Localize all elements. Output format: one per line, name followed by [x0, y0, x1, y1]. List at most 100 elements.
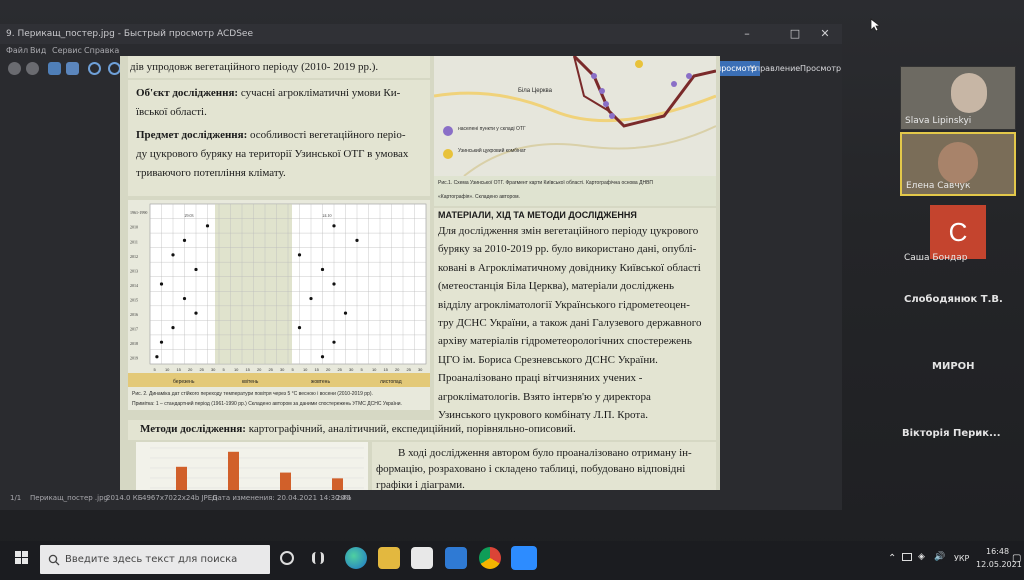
x-tick-label: 20	[257, 367, 262, 372]
data-point	[355, 238, 359, 242]
x-tick-label: 20	[395, 367, 400, 372]
x-tick-label: 10	[303, 367, 308, 372]
y-tick-label: 2019	[130, 356, 138, 361]
back-icon[interactable]	[8, 62, 21, 75]
status-dimensions: 4967x7022x24b JPEG	[142, 494, 218, 502]
month-label: листопад	[380, 379, 402, 385]
chart-caption-1: Рис. 2. Динаміка дат стійкого переходу т…	[132, 391, 373, 397]
results-panel: В ході дослідження автором було проаналі…	[372, 442, 716, 490]
x-tick-label: 10	[372, 367, 377, 372]
month-label: березень	[173, 379, 195, 385]
chrome-icon[interactable]	[479, 547, 501, 569]
participant-name-6: Вікторія Перик...	[902, 428, 1001, 439]
task-view-icon[interactable]	[280, 551, 294, 565]
y-tick-label: 2016	[130, 312, 138, 317]
notifications-icon[interactable]: ▢	[1012, 553, 1021, 564]
y-tick-label: 2015	[130, 297, 138, 302]
zoom-in-icon[interactable]	[88, 62, 101, 75]
subject-text-1: особливості вегетаційного періо-	[250, 129, 406, 141]
status-modified: Дата изменения: 20.04.2021 14:30:40	[212, 494, 351, 502]
data-point	[159, 340, 164, 344]
window-title: 9. Перикащ_постер.jpg - Быстрый просмотр…	[6, 29, 253, 39]
copy-icon[interactable]	[66, 62, 79, 75]
windows-start-icon[interactable]	[15, 551, 29, 565]
taskbar-search-input[interactable]: Введите здесь текст для поиска	[40, 545, 270, 574]
results-line: графіки і діаграми.	[376, 479, 465, 490]
methods-line: Проаналізовано праці вітчизняних учених …	[438, 372, 643, 385]
participant-tile-3[interactable]: C Саша Бондар	[900, 205, 1016, 265]
object-text: сучасні агрокліматичні умови Ки-	[240, 87, 401, 99]
viewer-titlebar[interactable]: 9. Перикащ_постер.jpg - Быстрый просмотр…	[0, 24, 842, 44]
minimize-icon[interactable]: –	[736, 26, 758, 42]
wifi-icon[interactable]: ◈	[918, 552, 925, 562]
research-methods-text: картографічний, аналітичний, експедиційн…	[248, 423, 576, 435]
clock-time[interactable]: 16:48	[986, 547, 1009, 556]
data-point	[320, 355, 325, 359]
mail-icon[interactable]	[445, 547, 467, 569]
widgets-icon[interactable]	[312, 552, 324, 564]
map-caption-1: Рис.1. Схема Узинської ОТГ. Фрагмент кар…	[438, 180, 653, 186]
methods-line: ковані в Агрокліматичному довіднику Київ…	[438, 261, 701, 274]
methods-line: Для дослідження змін вегетаційного періо…	[438, 225, 699, 237]
menu-view[interactable]: Вид	[30, 46, 46, 55]
file-explorer-icon[interactable]	[378, 547, 400, 569]
x-tick-label: 15	[245, 367, 250, 372]
map-graphic	[434, 56, 716, 176]
tab-view[interactable]: Просмотр	[796, 61, 845, 76]
search-placeholder: Введите здесь текст для поиска	[65, 554, 238, 565]
methods-panel: МАТЕРІАЛИ, ХІД ТА МЕТОДИ ДОСЛІДЖЕННЯ Для…	[434, 208, 716, 424]
menu-help[interactable]: Справка	[84, 46, 119, 55]
data-point	[159, 282, 164, 286]
save-icon[interactable]	[48, 62, 61, 75]
close-icon[interactable]: ✕	[814, 26, 836, 42]
month-label: жовтень	[311, 379, 330, 385]
edge-icon[interactable]	[345, 547, 367, 569]
x-tick-label: 15	[176, 367, 181, 372]
x-tick-label: 25	[337, 367, 342, 372]
x-tick-label: 30	[211, 367, 216, 372]
x-tick-label: 30	[349, 367, 354, 372]
volume-icon[interactable]: 🔊	[934, 552, 945, 562]
data-point	[332, 282, 336, 286]
language-indicator[interactable]: УКР	[954, 554, 969, 563]
y-tick-label: 2014	[130, 283, 138, 288]
y-tick-label: 2018	[130, 341, 138, 346]
x-tick-label: 5	[153, 367, 156, 372]
participant-name-1: Slava Lipinskyi	[905, 116, 972, 126]
x-tick-label: 30	[418, 367, 423, 372]
status-position: 1/1	[10, 494, 22, 502]
forward-icon[interactable]	[26, 62, 39, 75]
participant-video	[938, 142, 978, 184]
participant-tile-2[interactable]: Елена Савчук	[900, 132, 1016, 196]
data-point	[182, 238, 187, 242]
object-panel: Об'єкт дослідження: сучасні агрокліматич…	[128, 80, 430, 196]
map-caption-2: «Картографія». Складено автором.	[438, 194, 520, 200]
methods-line: буряку за 2010-2019 рр. було використано…	[438, 243, 697, 256]
maximize-icon[interactable]: □	[784, 26, 806, 42]
participant-tile-1[interactable]: Slava Lipinskyi	[900, 66, 1016, 130]
dates-scatter-chart: 1961-19902010201120122013201420152016201…	[128, 203, 430, 387]
menu-file[interactable]: Файл	[6, 46, 28, 55]
menu-tools[interactable]: Сервис	[52, 46, 82, 55]
bar-chart	[150, 447, 364, 490]
x-tick-label: 5	[222, 367, 225, 372]
desktop-screen: 9. Перикащ_постер.jpg - Быстрый просмотр…	[0, 0, 1024, 580]
y-tick-label: 2017	[130, 327, 138, 332]
network-icon[interactable]	[902, 553, 912, 561]
zoom-app-icon[interactable]	[511, 546, 537, 570]
y-tick-label: 2013	[130, 268, 138, 273]
store-icon[interactable]	[411, 547, 433, 569]
data-point	[297, 253, 302, 257]
y-tick-label: 1961-1990	[130, 210, 147, 215]
system-tray: ⌃ ◈ 🔊 УКР 16:48 12.05.2021 ▢	[880, 545, 1024, 575]
x-tick-label: 5	[360, 367, 363, 372]
chevron-up-icon[interactable]: ⌃	[888, 553, 896, 564]
data-point	[343, 311, 348, 315]
x-tick-label: 15	[383, 367, 388, 372]
data-point	[320, 267, 325, 272]
methods-line: (метеостанція Біла Церква), матеріали до…	[438, 280, 675, 293]
object-text-2: ївської області.	[136, 106, 207, 118]
month-label: квітень	[242, 379, 259, 385]
data-point	[171, 253, 175, 257]
x-tick-label: 25	[268, 367, 273, 372]
